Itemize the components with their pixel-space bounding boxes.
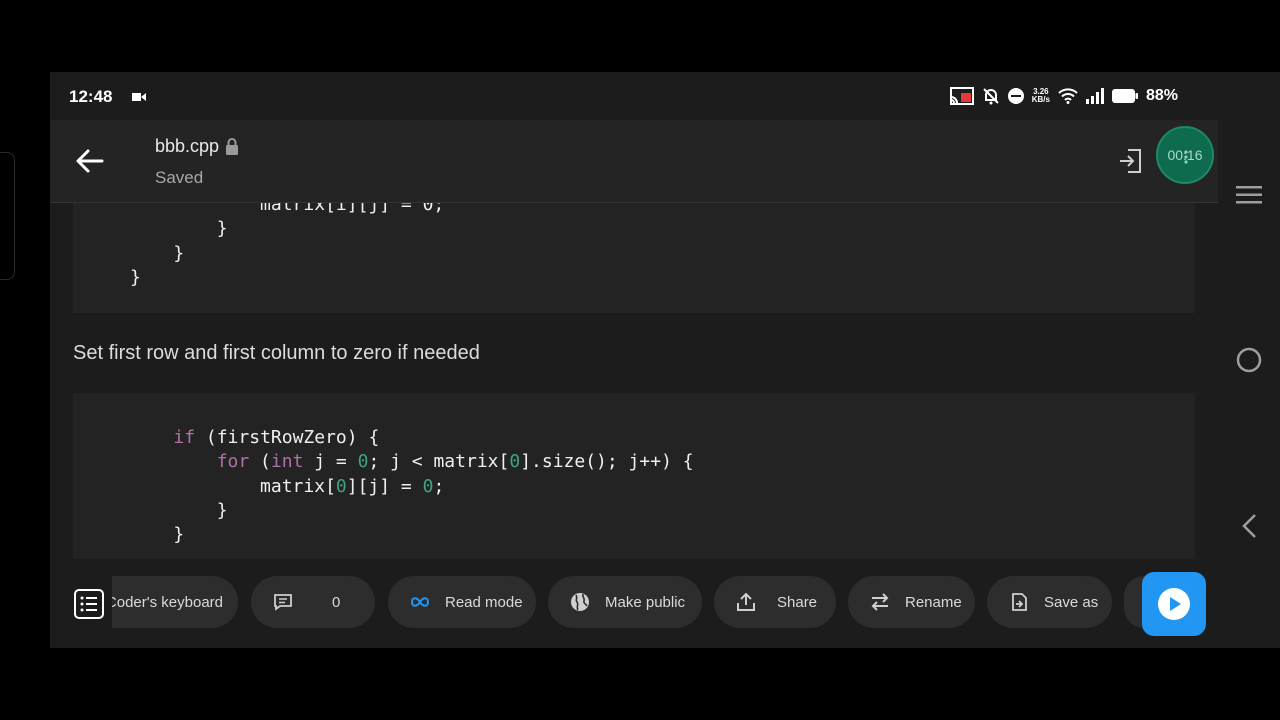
status-time: 12:48	[69, 87, 113, 106]
screen-edge	[0, 152, 15, 280]
status-icons: 3.26 KB/s 88%	[949, 85, 1178, 107]
make-public-button[interactable]: Make public	[548, 576, 702, 628]
save-status: Saved	[155, 168, 204, 187]
code-line: }	[130, 266, 141, 288]
battery-icon	[1111, 89, 1138, 103]
list-icon[interactable]	[74, 589, 104, 619]
rename-button[interactable]: Rename	[848, 576, 975, 628]
comments-count: 0	[332, 593, 341, 611]
document-content[interactable]: matrix[i][j] = 0; } } } Set first row an…	[50, 203, 1218, 559]
system-nav-bar	[1218, 120, 1280, 648]
share-button[interactable]: Share	[714, 576, 836, 628]
code-line: }	[130, 499, 228, 521]
lock-icon	[226, 138, 239, 155]
swap-icon	[871, 593, 889, 611]
rename-label: Rename	[905, 593, 962, 611]
menu-icon[interactable]	[1236, 185, 1262, 205]
save-as-label: Save as	[1044, 593, 1099, 611]
video-record-icon	[132, 93, 146, 101]
signal-icon	[1085, 88, 1104, 104]
bottom-toolbar: Coder's keyboard 0 Read mode Make public	[50, 559, 1218, 648]
device-screen: 12:48 3.26 KB/s 88% bbb.cpp Saved 00:16 …	[50, 72, 1280, 648]
run-button[interactable]	[1142, 572, 1206, 636]
net-speed: 3.26 KB/s	[1031, 87, 1050, 104]
code-line: matrix[0][j] = 0;	[130, 475, 445, 497]
code-line: if (firstRowZero) {	[173, 427, 380, 448]
code-line: }	[130, 242, 185, 264]
battery-percent: 88%	[1145, 87, 1178, 104]
share-label: Share	[777, 593, 818, 611]
timer-bubble[interactable]: 00:16	[1156, 126, 1214, 184]
infinity-icon	[410, 597, 430, 607]
back-arrow-icon[interactable]	[75, 148, 105, 174]
comments-button[interactable]: 0	[251, 576, 375, 628]
read-mode-label: Read mode	[445, 593, 523, 611]
file-title[interactable]: bbb.cpp	[155, 136, 239, 157]
save-as-button[interactable]: Save as	[987, 576, 1112, 628]
save-as-icon	[1012, 593, 1027, 611]
code-line: }	[130, 524, 185, 546]
back-chevron-icon[interactable]	[1240, 513, 1258, 539]
drag-dots-icon	[1184, 150, 1188, 164]
exit-icon[interactable]	[1118, 148, 1142, 174]
share-icon	[737, 592, 755, 611]
comment-icon	[274, 594, 292, 611]
code-block[interactable]: matrix[i][j] = 0; } } }	[73, 203, 1195, 313]
coders-keyboard-button[interactable]: Coder's keyboard	[112, 576, 238, 628]
make-public-label: Make public	[605, 593, 686, 611]
app-bar: bbb.cpp Saved 00:16	[50, 120, 1218, 203]
home-circle-icon[interactable]	[1236, 347, 1262, 373]
mute-bell-icon	[983, 88, 999, 105]
wifi-icon	[1058, 88, 1078, 104]
coders-keyboard-label: Coder's keyboard	[112, 593, 223, 611]
status-bar: 12:48 3.26 KB/s 88%	[50, 72, 1218, 120]
play-icon	[1158, 588, 1190, 620]
cast-icon	[949, 87, 974, 105]
globe-icon	[571, 593, 589, 611]
code-line: }	[130, 218, 228, 240]
code-line: for (int j = 0; j < matrix[0].size(); j+…	[216, 451, 694, 473]
code-line: matrix[i][j] = 0;	[130, 203, 445, 215]
file-name: bbb.cpp	[155, 136, 220, 156]
paragraph-text: Set first row and first column to zero i…	[73, 342, 480, 364]
code-block[interactable]: if (firstRowZero) { for (int j = 0; j < …	[73, 393, 1195, 559]
dnd-icon	[1007, 88, 1024, 104]
read-mode-button[interactable]: Read mode	[388, 576, 536, 628]
